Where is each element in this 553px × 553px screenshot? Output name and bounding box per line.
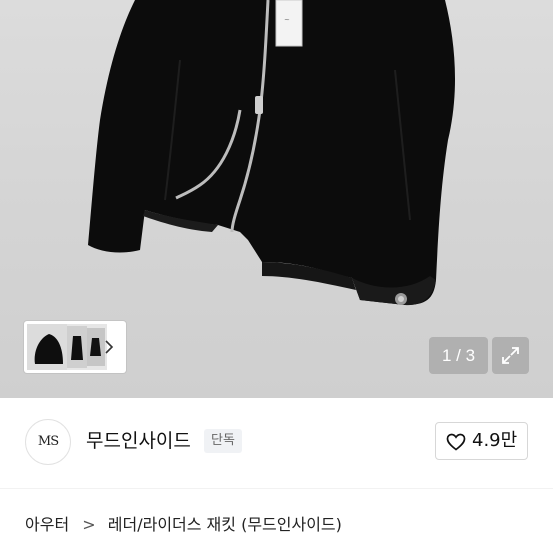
breadcrumb: 아우터 > 레더/라이더스 재킷 (무드인사이드): [25, 512, 342, 538]
expand-button[interactable]: [492, 337, 529, 374]
svg-text:~: ~: [284, 16, 290, 24]
shop-logo[interactable]: MS: [25, 419, 71, 465]
shop-name[interactable]: 무드인사이드: [86, 428, 191, 454]
expand-icon: [502, 347, 519, 364]
shop-logo-text: MS: [37, 434, 59, 449]
chevron-right-icon[interactable]: [104, 336, 122, 358]
thumbnail-strip[interactable]: [24, 321, 126, 373]
breadcrumb-category[interactable]: 아우터: [25, 512, 69, 538]
exclusive-badge: 단독: [204, 429, 242, 453]
like-count: 4.9만: [472, 430, 518, 451]
like-button[interactable]: 4.9만: [435, 422, 528, 460]
divider: [0, 488, 553, 489]
product-image[interactable]: ~ 1 / 3: [0, 0, 553, 398]
product-detail-page: ~ 1 / 3 MS 무드인사이드 단독 4.9만 아우터 > 레더/라이더스 …: [0, 0, 553, 553]
thumbnail-images[interactable]: [27, 324, 107, 370]
shop-row: MS 무드인사이드 단독 4.9만: [0, 398, 553, 488]
breadcrumb-separator: >: [82, 515, 96, 534]
breadcrumb-product[interactable]: 레더/라이더스 재킷 (무드인사이드): [108, 512, 342, 538]
image-counter: 1 / 3: [429, 337, 488, 374]
heart-icon: [446, 433, 466, 451]
